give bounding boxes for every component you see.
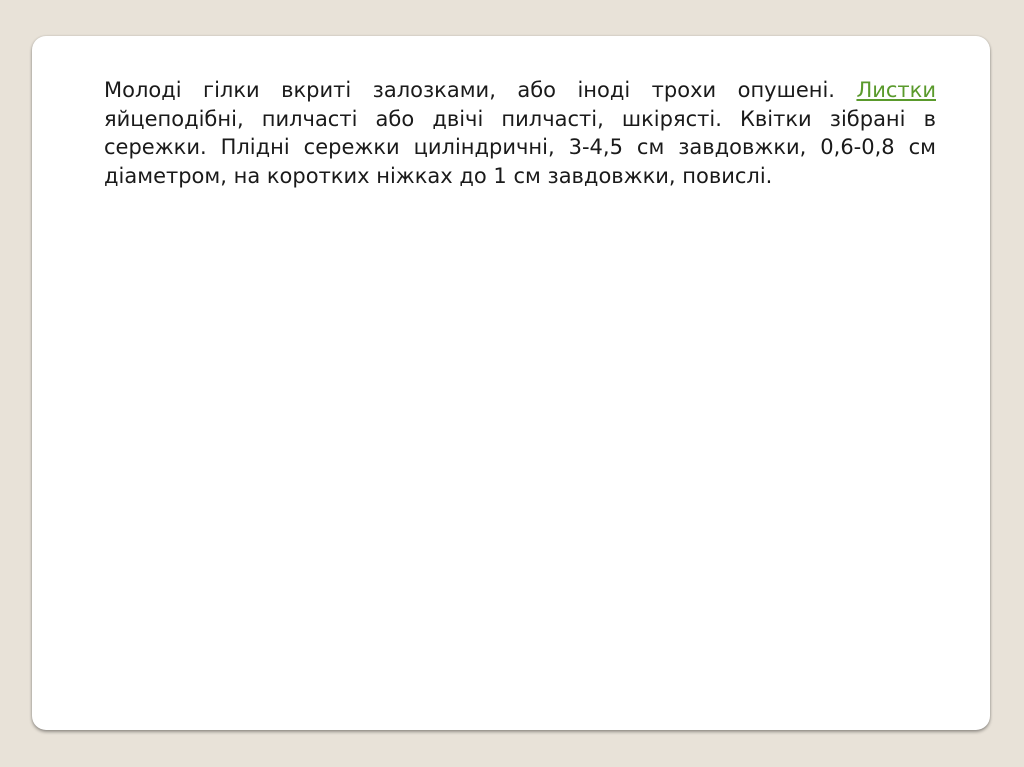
slide-paragraph: Молоді гілки вкриті залозками, або іноді…	[104, 76, 936, 190]
paragraph-text-after-link: яйцеподібні, пилчасті або двічі пилчасті…	[104, 106, 936, 188]
leaves-link[interactable]: Листки	[856, 78, 936, 102]
slide-card: Молоді гілки вкриті залозками, або іноді…	[32, 36, 990, 730]
paragraph-text-before-link: Молоді гілки вкриті залозками, або іноді…	[104, 78, 857, 102]
